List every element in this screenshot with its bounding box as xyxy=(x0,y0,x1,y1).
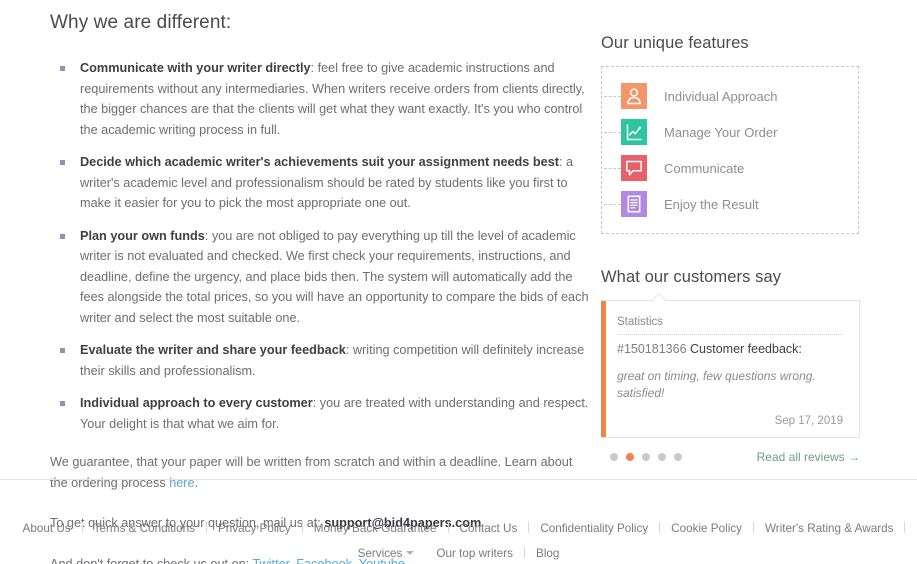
carousel-dot[interactable] xyxy=(658,453,666,461)
sidebar: Our unique features Individual Approach xyxy=(601,0,863,464)
carousel-dots xyxy=(601,453,682,461)
footer-link-confidentiality-policy[interactable]: Confidentiality Policy xyxy=(529,517,659,541)
list-item: Communicate with your writer directly: f… xyxy=(50,58,590,140)
list-item: Evaluate the writer and share your feedb… xyxy=(50,340,590,381)
footer-row-secondary: Services Our top writers Blog xyxy=(0,541,917,564)
list-item-title: Decide which academic writer's achieveme… xyxy=(80,155,559,169)
list-item-title: Communicate with your writer directly xyxy=(80,61,311,75)
feature-item-enjoy-the-result[interactable]: Enjoy the Result xyxy=(602,186,858,222)
footer-link-cookie-policy[interactable]: Cookie Policy xyxy=(660,517,753,541)
footer-link-money-back-guarantee[interactable]: Money Back Guarantee xyxy=(303,517,448,541)
footer-link-terms-conditions[interactable]: Terms & Conditions xyxy=(83,517,206,541)
testimonial-headline: #150181366 Customer feedback: xyxy=(617,342,843,356)
carousel-dot[interactable] xyxy=(674,453,682,461)
feature-label: Individual Approach xyxy=(664,88,778,104)
read-all-reviews-link[interactable]: Read all reviews → xyxy=(757,450,860,464)
footer-link-services[interactable]: Services xyxy=(347,542,426,564)
testimonial-section: Statistics #150181366 Customer feedback:… xyxy=(601,300,863,464)
connector-line xyxy=(604,167,621,169)
speech-bubble-icon xyxy=(621,155,647,181)
carousel-dot[interactable] xyxy=(642,453,650,461)
footer-link-privacy-policy[interactable]: Privacy Policy xyxy=(207,517,302,541)
feedback-label: Customer feedback: xyxy=(686,342,802,356)
card-accent-bar xyxy=(601,301,606,437)
bullet-marker-icon xyxy=(60,233,65,239)
features-box: Individual Approach Manage Your Order Co… xyxy=(601,66,859,234)
footer-separator xyxy=(904,522,906,533)
feature-item-communicate[interactable]: Communicate xyxy=(602,150,858,186)
card-notch xyxy=(650,292,668,301)
testimonial-category: Statistics xyxy=(617,316,843,335)
document-icon xyxy=(621,191,647,217)
features-title: Our unique features xyxy=(601,34,749,52)
list-item-title: Individual approach to every customer xyxy=(80,396,313,410)
bullet-marker-icon xyxy=(60,66,65,71)
bullet-marker-icon xyxy=(60,401,65,406)
footer-link-blog[interactable]: Blog xyxy=(525,542,570,564)
connector-line xyxy=(604,203,621,205)
connector-line xyxy=(604,131,621,133)
feature-label: Manage Your Order xyxy=(664,124,778,140)
feature-label: Enjoy the Result xyxy=(664,196,759,212)
footer-link-about-us[interactable]: About Us xyxy=(12,517,82,541)
testimonials-title: What our customers say xyxy=(601,268,782,286)
footer-link-writers-rating-awards[interactable]: Writer's Rating & Awards xyxy=(754,517,904,541)
footer-link-contact-us[interactable]: Contact Us xyxy=(449,517,529,541)
order-id: #150181366 xyxy=(617,342,687,356)
footer: About Us Terms & Conditions Privacy Policy… xyxy=(0,480,917,564)
page-title: Why we are different: xyxy=(50,12,232,33)
list-item: Individual approach to every customer: y… xyxy=(50,393,590,434)
list-item-title: Plan your own funds xyxy=(80,228,205,243)
bullet-marker-icon xyxy=(60,160,65,165)
testimonial-card: Statistics #150181366 Customer feedback:… xyxy=(601,300,860,438)
page-root: Why we are different: Communicate with y… xyxy=(0,0,917,564)
chart-icon xyxy=(621,119,647,145)
carousel-dot-active[interactable] xyxy=(626,453,634,461)
testimonial-quote: great on timing, few questions wrong. sa… xyxy=(617,369,816,400)
carousel-dot[interactable] xyxy=(610,453,618,461)
chevron-down-icon xyxy=(406,551,415,555)
reasons-list: Communicate with your writer directly: f… xyxy=(50,58,590,434)
footer-link-our-top-writers[interactable]: Our top writers xyxy=(425,542,524,564)
footer-row-primary: About Us Terms & Conditions Privacy Policy… xyxy=(0,516,917,541)
feature-label: Communicate xyxy=(664,160,745,176)
bullet-marker-icon xyxy=(60,348,65,353)
list-item-title: Evaluate the writer and share your feedb… xyxy=(80,343,346,357)
footer-link-services-label: Services xyxy=(357,547,403,560)
list-item: Plan your own funds: you are not obliged… xyxy=(50,226,590,329)
testimonial-date: Sep 17, 2019 xyxy=(774,415,843,427)
list-item: Decide which academic writer's achieveme… xyxy=(50,152,590,214)
testimonial-footer: Read all reviews → xyxy=(601,450,860,464)
person-icon xyxy=(621,83,647,109)
connector-line xyxy=(604,95,621,97)
feature-item-manage-your-order[interactable]: Manage Your Order xyxy=(602,114,858,150)
feature-item-individual-approach[interactable]: Individual Approach xyxy=(602,78,858,114)
